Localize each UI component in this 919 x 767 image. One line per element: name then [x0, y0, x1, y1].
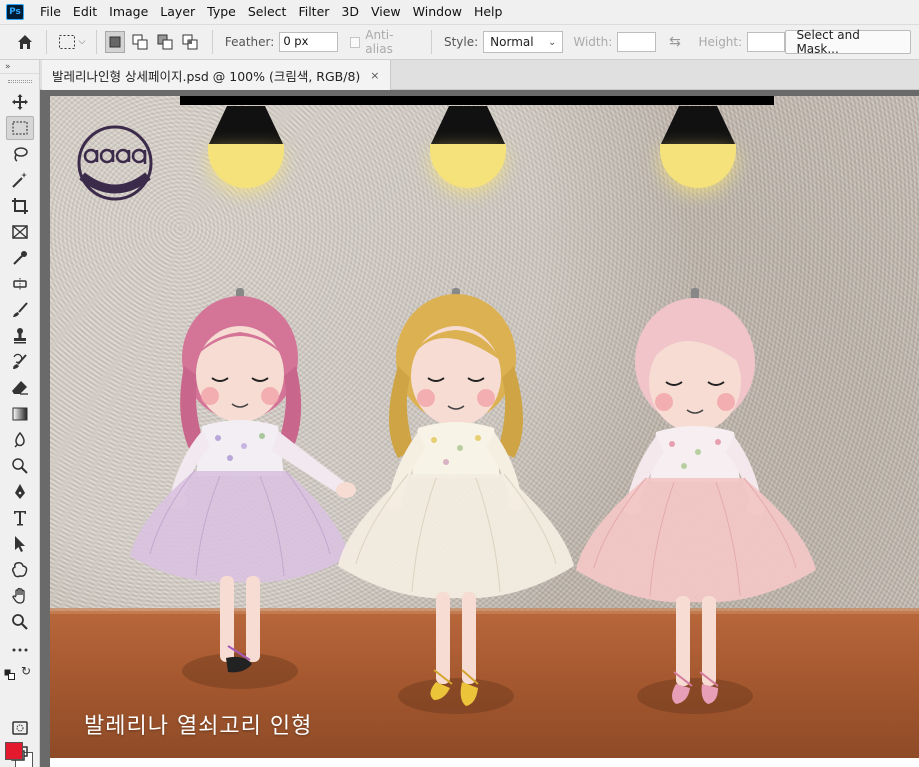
- document-canvas[interactable]: 발레리나 열쇠고리 인형: [50, 96, 919, 758]
- document-tab[interactable]: 발레리나인형 상세페이지.psd @ 100% (크림색, RGB/8) ×: [42, 60, 391, 90]
- zoom-icon[interactable]: [6, 610, 34, 634]
- style-value: Normal: [490, 35, 534, 49]
- menu-edit[interactable]: Edit: [67, 0, 103, 24]
- separator: [95, 30, 97, 54]
- more-icon[interactable]: [6, 638, 34, 662]
- chevron-down-icon: ⌄: [547, 36, 557, 48]
- crop-icon[interactable]: [6, 194, 34, 218]
- height-label: Height:: [698, 35, 743, 49]
- shape-icon[interactable]: [6, 558, 34, 582]
- foreground-color-swatch[interactable]: [5, 742, 23, 760]
- lasso-icon[interactable]: [6, 142, 34, 166]
- menu-window[interactable]: Window: [407, 0, 468, 24]
- default-colors-icon[interactable]: [4, 666, 16, 680]
- new-selection-button[interactable]: [104, 31, 126, 53]
- stamp-icon[interactable]: [6, 324, 34, 348]
- gradient-icon[interactable]: [6, 402, 34, 426]
- dodge-icon[interactable]: [6, 454, 34, 478]
- doll-pink-hair: [120, 286, 360, 706]
- separator: [211, 30, 213, 54]
- menu-3d[interactable]: 3D: [335, 0, 365, 24]
- marquee-icon[interactable]: [6, 116, 34, 140]
- menu-type[interactable]: Type: [201, 0, 242, 24]
- close-icon[interactable]: ×: [370, 69, 379, 82]
- feather-label: Feather:: [224, 35, 275, 49]
- style-dropdown[interactable]: Normal ⌄: [483, 31, 564, 53]
- swap-colors-icon[interactable]: ↻: [21, 664, 35, 678]
- menu-bar: Ps File Edit Image Layer Type Select Fil…: [0, 0, 919, 24]
- menu-select[interactable]: Select: [242, 0, 293, 24]
- path-select-icon[interactable]: [6, 532, 34, 556]
- options-bar: ⌵ Feather: 0 px Anti-alias Style: Normal…: [0, 24, 919, 60]
- feather-input[interactable]: 0 px: [279, 32, 339, 52]
- bulb-3: [660, 144, 736, 188]
- canvas-bottom-strip: [50, 758, 919, 767]
- subtract-selection-button[interactable]: [154, 31, 175, 53]
- menu-file[interactable]: File: [34, 0, 67, 24]
- canvas-caption: 발레리나 열쇠고리 인형: [84, 714, 313, 739]
- document-tab-title: 발레리나인형 상세페이지.psd @ 100% (크림색, RGB/8): [52, 68, 361, 84]
- eyedropper-icon[interactable]: [6, 246, 34, 270]
- frame-icon[interactable]: [6, 220, 34, 244]
- home-icon[interactable]: [12, 28, 38, 56]
- antialias-label: Anti-alias: [365, 28, 394, 56]
- tool-preset-picker[interactable]: ⌵: [55, 29, 87, 55]
- style-label: Style:: [443, 35, 479, 49]
- intersect-selection-button[interactable]: [179, 31, 200, 53]
- antialias-checkbox[interactable]: [349, 36, 361, 48]
- panel-grip[interactable]: [0, 74, 39, 88]
- pen-icon[interactable]: [6, 480, 34, 504]
- select-and-mask-button[interactable]: Select and Mask...: [785, 28, 912, 56]
- eraser-icon[interactable]: [6, 376, 34, 400]
- hand-icon[interactable]: [6, 584, 34, 608]
- add-selection-button[interactable]: [129, 31, 150, 53]
- workspace: 발레리나 열쇠고리 인형: [40, 90, 919, 767]
- collapse-panel-icon[interactable]: »: [0, 60, 39, 74]
- photoshop-window: Ps File Edit Image Layer Type Select Fil…: [0, 0, 919, 767]
- brush-icon[interactable]: [6, 298, 34, 322]
- doll-pale-pink-hair: [570, 286, 820, 726]
- menu-image[interactable]: Image: [103, 0, 154, 24]
- photoshop-logo-icon: Ps: [6, 4, 24, 20]
- height-input[interactable]: [747, 32, 786, 52]
- chevron-down-icon: ⌵: [78, 37, 86, 47]
- swap-width-height-icon[interactable]: ⇆: [666, 32, 685, 52]
- type-icon[interactable]: [6, 506, 34, 530]
- magic-wand-icon[interactable]: [6, 168, 34, 192]
- lamp-2: [428, 104, 508, 194]
- lamp-3: [658, 104, 738, 194]
- lamp-1: [206, 104, 286, 194]
- bulb-2: [430, 144, 506, 188]
- doll-yellow-hair: [336, 286, 576, 726]
- width-label: Width:: [573, 35, 613, 49]
- move-icon[interactable]: [6, 90, 34, 114]
- history-brush-icon[interactable]: [6, 350, 34, 374]
- menu-view[interactable]: View: [365, 0, 407, 24]
- width-input[interactable]: [617, 32, 656, 52]
- quick-mask-icon[interactable]: [6, 716, 34, 740]
- rectangular-marquee-icon: [58, 35, 75, 49]
- tools-panel: » ↻: [0, 60, 40, 767]
- document-tab-bar: 발레리나인형 상세페이지.psd @ 100% (크림색, RGB/8) ×: [40, 60, 919, 90]
- blur-icon[interactable]: [6, 428, 34, 452]
- menu-layer[interactable]: Layer: [154, 0, 201, 24]
- healing-icon[interactable]: [6, 272, 34, 296]
- menu-help[interactable]: Help: [468, 0, 509, 24]
- bulb-1: [208, 144, 284, 188]
- separator: [46, 30, 48, 54]
- brand-logo: [76, 124, 154, 202]
- separator: [431, 30, 432, 54]
- menu-filter[interactable]: Filter: [292, 0, 335, 24]
